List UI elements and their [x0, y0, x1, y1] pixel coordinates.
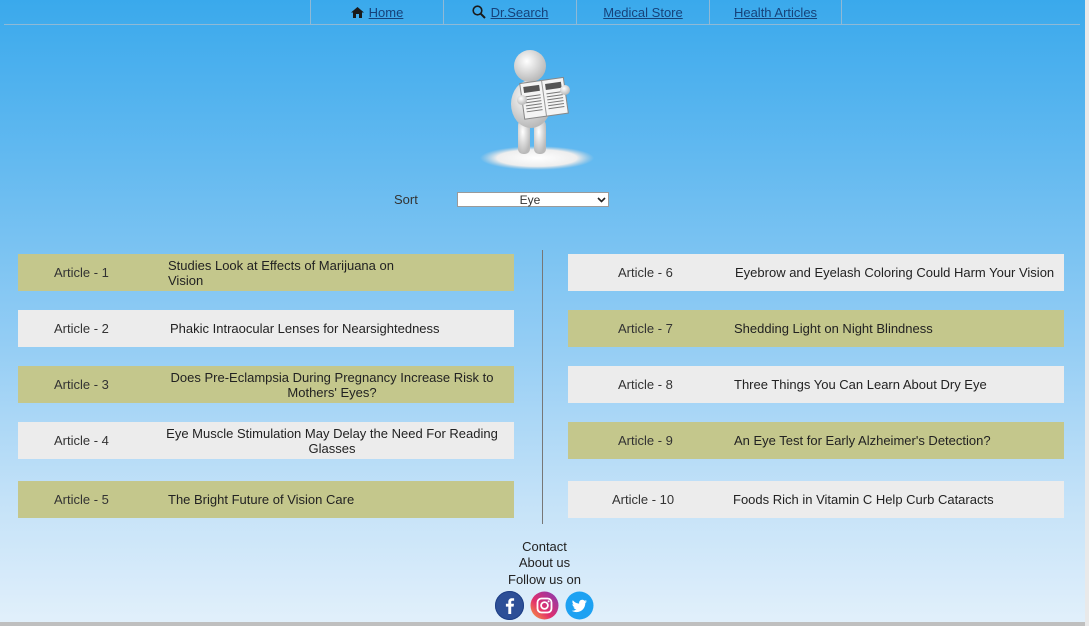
article-row-5[interactable]: Article - 5 The Bright Future of Vision …: [18, 481, 514, 518]
dr-search-label: Dr.Search: [490, 4, 549, 20]
reading-figure-illustration: [480, 46, 598, 172]
article-title-link[interactable]: Shedding Light on Night Blindness: [734, 321, 1034, 336]
vertical-scrollbar[interactable]: [1085, 0, 1089, 626]
sort-select[interactable]: Eye: [457, 192, 609, 207]
article-row-4[interactable]: Article - 4 Eye Muscle Stimulation May D…: [18, 422, 514, 459]
article-number: Article - 1: [54, 265, 109, 280]
article-number: Article - 5: [54, 492, 109, 507]
nav-item-medical-store: Medical Store: [576, 0, 709, 24]
follow-us-label: Follow us on: [508, 572, 581, 587]
article-number: Article - 9: [618, 433, 673, 448]
article-title-link[interactable]: Three Things You Can Learn About Dry Eye: [734, 377, 1034, 392]
article-row-9[interactable]: Article - 9 An Eye Test for Early Alzhei…: [568, 422, 1064, 459]
nav-item-home: Home: [310, 0, 443, 24]
home-label: Home: [368, 4, 404, 20]
article-title-link[interactable]: Eyebrow and Eyelash Coloring Could Harm …: [735, 265, 1055, 280]
nav-item-health-articles: Health Articles: [709, 0, 842, 24]
top-nav: Home Dr.Search Medical Store Health Arti…: [4, 0, 1080, 25]
article-number: Article - 6: [618, 265, 673, 280]
facebook-icon[interactable]: [495, 591, 524, 620]
dr-search-link[interactable]: Dr.Search: [471, 4, 549, 20]
article-row-7[interactable]: Article - 7 Shedding Light on Night Blin…: [568, 310, 1064, 347]
article-number: Article - 7: [618, 321, 673, 336]
social-links: [495, 591, 594, 620]
article-number: Article - 10: [612, 492, 675, 507]
article-row-3[interactable]: Article - 3 Does Pre-Eclampsia During Pr…: [18, 366, 514, 403]
instagram-icon[interactable]: [530, 591, 559, 620]
article-title-link[interactable]: Does Pre-Eclampsia During Pregnancy Incr…: [158, 370, 506, 400]
article-number: Article - 8: [618, 377, 673, 392]
horizontal-scrollbar[interactable]: [0, 622, 1089, 626]
sort-label: Sort: [394, 192, 418, 207]
article-row-8[interactable]: Article - 8 Three Things You Can Learn A…: [568, 366, 1064, 403]
nav-item-search: Dr.Search: [443, 0, 576, 24]
home-link[interactable]: Home: [350, 4, 404, 20]
article-title-link[interactable]: Foods Rich in Vitamin C Help Curb Catara…: [733, 492, 1033, 507]
article-number: Article - 2: [54, 321, 109, 336]
article-row-10[interactable]: Article - 10 Foods Rich in Vitamin C Hel…: [568, 481, 1064, 518]
article-row-6[interactable]: Article - 6 Eyebrow and Eyelash Coloring…: [568, 254, 1064, 291]
column-divider: [542, 250, 543, 524]
home-icon: [350, 6, 364, 18]
medical-store-link[interactable]: Medical Store: [603, 5, 682, 20]
article-number: Article - 4: [54, 433, 109, 448]
about-us-link[interactable]: About us: [0, 555, 1089, 570]
article-title-link[interactable]: Eye Muscle Stimulation May Delay the Nee…: [158, 426, 506, 456]
contact-link[interactable]: Contact: [0, 539, 1089, 554]
article-number: Article - 3: [54, 377, 109, 392]
article-title-link[interactable]: Phakic Intraocular Lenses for Nearsighte…: [170, 321, 460, 336]
nav-menu: Home Dr.Search Medical Store Health Arti…: [310, 0, 842, 24]
article-title-link[interactable]: An Eye Test for Early Alzheimer's Detect…: [734, 433, 1034, 448]
chevron-down-icon: [594, 196, 608, 203]
article-row-2[interactable]: Article - 2 Phakic Intraocular Lenses fo…: [18, 310, 514, 347]
article-row-1[interactable]: Article - 1 Studies Look at Effects of M…: [18, 254, 514, 291]
article-title-link[interactable]: Studies Look at Effects of Marijuana on …: [168, 258, 430, 288]
sort-selected-value: Eye: [519, 192, 541, 207]
twitter-icon[interactable]: [565, 591, 594, 620]
article-title-link[interactable]: The Bright Future of Vision Care: [168, 492, 428, 507]
search-icon: [471, 5, 486, 19]
health-articles-link[interactable]: Health Articles: [734, 5, 817, 20]
